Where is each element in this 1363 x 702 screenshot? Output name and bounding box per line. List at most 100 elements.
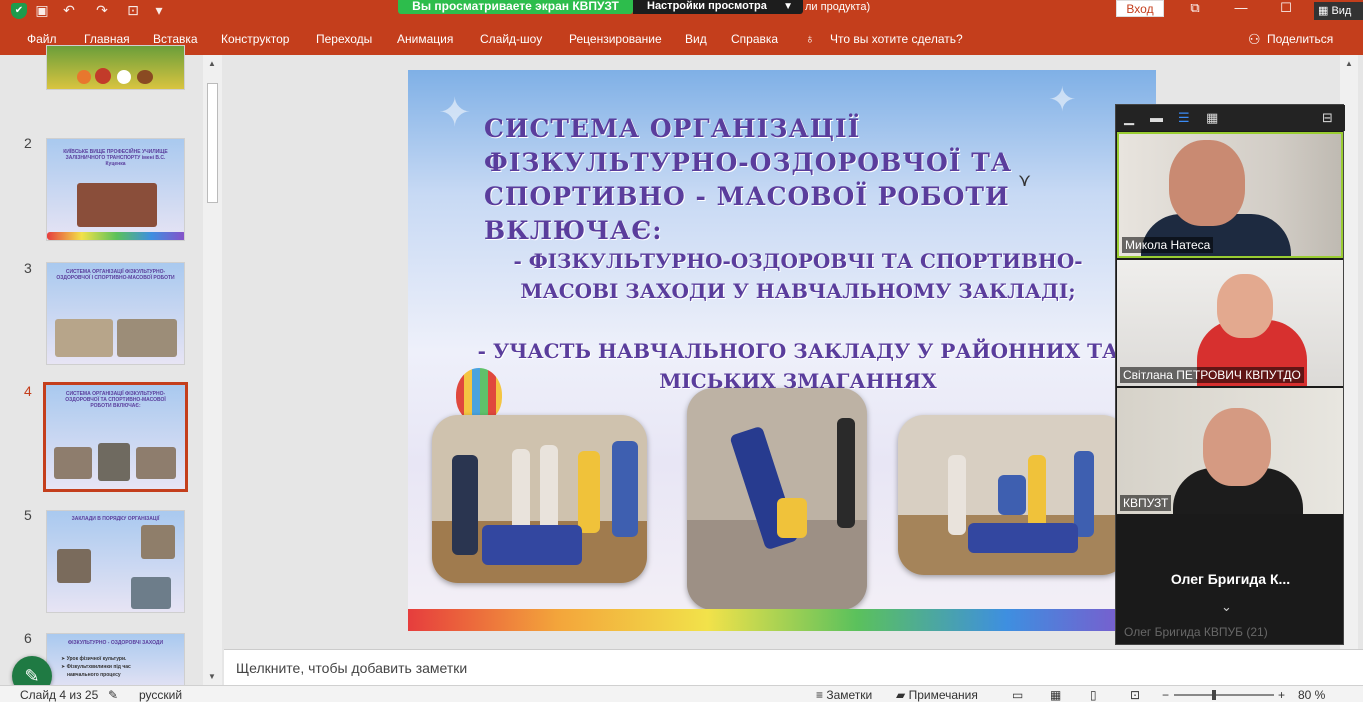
- building-photo: [77, 183, 157, 227]
- participant-tile-1[interactable]: Микола Натеса: [1117, 132, 1343, 258]
- tab-view[interactable]: Вид: [685, 32, 707, 46]
- slide-number: 4: [24, 383, 32, 399]
- person-figure: [1074, 451, 1094, 537]
- scroll-up-icon[interactable]: ▲: [1345, 59, 1353, 68]
- ribbon-display-icon[interactable]: ⧉: [1181, 0, 1209, 18]
- slide-thumbnail-pane: 2 КИЇВСЬКЕ ВИЩЕ ПРОФЕСІЙНЕ УЧИЛИЩЕ ЗАЛІЗ…: [12, 45, 222, 693]
- participant-name: КВПУЗТ: [1120, 495, 1172, 511]
- gym-photo-2: [687, 388, 867, 610]
- portrait-photo: [57, 549, 91, 583]
- tab-design[interactable]: Конструктор: [221, 32, 289, 46]
- tab-home[interactable]: Главная: [84, 32, 130, 46]
- slide-thumbnail-5[interactable]: ЗАКЛАДИ В ПОРЯДКУ ОРГАНІЗАЦІЇ: [46, 510, 185, 613]
- notes-toggle[interactable]: ≡ Заметки: [816, 688, 872, 702]
- photo: [54, 447, 92, 479]
- zoom-slider[interactable]: [1174, 690, 1274, 700]
- shield-icon[interactable]: ✔: [11, 3, 27, 19]
- zoom-slider-thumb[interactable]: [1212, 690, 1216, 700]
- chevron-down-icon[interactable]: ⌄: [1221, 599, 1232, 615]
- language-indicator[interactable]: русский: [139, 688, 182, 702]
- participant-tile-3[interactable]: КВПУЗТ: [1117, 388, 1343, 514]
- zoom-level[interactable]: 80 %: [1298, 688, 1325, 702]
- slide-number: 6: [24, 630, 32, 646]
- strip-view-icon[interactable]: ☰: [1178, 110, 1190, 126]
- lightbulb-icon: ♁: [805, 31, 815, 46]
- participant-tile-2[interactable]: Світлана ПЕТРОВИЧ КВПУТДО: [1117, 260, 1343, 386]
- reading-view-icon[interactable]: ▯: [1090, 688, 1097, 702]
- status-bar: Слайд 4 из 25 ✎ русский ≡ Заметки ▰ Прим…: [0, 685, 1363, 702]
- view-settings-label: Настройки просмотра: [647, 0, 767, 12]
- person-figure: [948, 455, 966, 535]
- person-figure: [998, 475, 1026, 515]
- normal-view-icon[interactable]: ▭: [1012, 688, 1023, 702]
- ball-image: [137, 70, 153, 84]
- tab-review[interactable]: Рецензирование: [569, 32, 662, 46]
- single-view-icon[interactable]: ▬: [1150, 110, 1163, 125]
- participant-name-no-video[interactable]: Олег Бригида К...: [1116, 571, 1345, 587]
- slideshow-icon[interactable]: ⊡: [1130, 688, 1140, 702]
- comments-toggle-label: Примечания: [908, 688, 978, 702]
- rainbow-stripe: [408, 609, 1156, 631]
- person-figure: [452, 455, 478, 555]
- photo: [55, 319, 113, 357]
- thumbnail-title: КИЇВСЬКЕ ВИЩЕ ПРОФЕСІЙНЕ УЧИЛИЩЕ ЗАЛІЗНИ…: [63, 149, 168, 167]
- comments-toggle[interactable]: ▰ Примечания: [896, 688, 978, 702]
- tab-insert[interactable]: Вставка: [153, 32, 198, 46]
- gym-photo-1: [432, 415, 647, 583]
- photo: [98, 443, 130, 481]
- person-figure: [612, 441, 638, 537]
- person-figure: [777, 498, 807, 538]
- gallery-view-icon[interactable]: ▦: [1206, 110, 1218, 126]
- tab-slideshow[interactable]: Слайд-шоу: [480, 32, 542, 46]
- tell-me-search[interactable]: Что вы хотите сделать?: [830, 32, 963, 46]
- comment-icon: ▰: [896, 688, 909, 702]
- slide-thumbnail-1[interactable]: [46, 45, 185, 90]
- save-icon[interactable]: ▣: [33, 1, 51, 19]
- redo-icon[interactable]: ↷: [93, 1, 111, 19]
- scrollbar-thumb[interactable]: [207, 83, 218, 203]
- undo-icon[interactable]: ↶: [60, 1, 78, 19]
- slide-number: 5: [24, 507, 32, 523]
- person-face: [1217, 274, 1273, 338]
- present-icon[interactable]: ⊡: [124, 1, 142, 19]
- tab-file[interactable]: Файл: [27, 32, 57, 46]
- slide-thumbnail-2[interactable]: КИЇВСЬКЕ ВИЩЕ ПРОФЕСІЙНЕ УЧИЛИЩЕ ЗАЛІЗНИ…: [46, 138, 185, 241]
- thumbnail-line: ➤ Урок фізичної культури.: [61, 656, 127, 662]
- thumbnail-line: навчального процесу: [67, 672, 121, 678]
- notes-toggle-label: Заметки: [826, 688, 873, 702]
- tab-transitions[interactable]: Переходы: [316, 32, 372, 46]
- exit-panel-icon[interactable]: ⊟: [1322, 110, 1333, 126]
- sign-in-button[interactable]: Вход: [1116, 0, 1164, 17]
- view-settings-button[interactable]: Настройки просмотра ▼: [633, 0, 803, 14]
- minimize-icon[interactable]: —: [1227, 0, 1255, 18]
- current-slide[interactable]: ✦ ✦ ⋎ СИСТЕМА ОРГАНІЗАЦІЇ ФІЗКУЛЬТУРНО-О…: [408, 70, 1156, 631]
- slide-thumbnail-4[interactable]: СИСТЕМА ОРГАНІЗАЦІЇ ФІЗКУЛЬТУРНО-ОЗДОРОВ…: [43, 382, 188, 492]
- zoom-view-button[interactable]: ▦ Вид: [1314, 2, 1363, 20]
- slide-thumbnail-3[interactable]: СИСТЕМА ОРГАНІЗАЦІЇ ФІЗКУЛЬТУРНО-ОЗДОРОВ…: [46, 262, 185, 365]
- slide-thumbnail-6[interactable]: ФІЗКУЛЬТУРНО - ОЗДОРОВЧІ ЗАХОДИ ➤ Урок ф…: [46, 633, 185, 693]
- minimize-icon[interactable]: ▁: [1124, 110, 1134, 126]
- maximize-icon[interactable]: ☐: [1272, 0, 1300, 18]
- tab-help[interactable]: Справка: [731, 32, 778, 46]
- portrait-photo: [141, 525, 175, 559]
- slide-bullet-1: - ФІЗКУЛЬТУРНО-ОЗДОРОВЧІ ТА СПОРТИВНО-МА…: [513, 249, 1083, 303]
- notes-pane[interactable]: Щелкните, чтобы добавить заметки: [224, 649, 1363, 685]
- scroll-up-icon[interactable]: ▲: [208, 59, 216, 68]
- slide-sorter-icon[interactable]: ▦: [1050, 688, 1061, 702]
- gym-photo-3: [898, 415, 1128, 575]
- ball-image: [117, 70, 131, 84]
- scroll-down-icon[interactable]: ▼: [208, 672, 216, 681]
- zoom-in-button[interactable]: +: [1278, 688, 1285, 702]
- participant-name-partial: Олег Бригида КВПУБ (21): [1124, 625, 1268, 639]
- thumbnail-scrollbar[interactable]: ▲ ▼: [203, 55, 222, 685]
- chevron-down-icon[interactable]: ▾: [150, 1, 168, 19]
- share-button[interactable]: Поделиться: [1267, 32, 1333, 46]
- slide-number: 2: [24, 135, 32, 151]
- tab-animations[interactable]: Анимация: [397, 32, 453, 46]
- person-icon: ⚇: [1248, 31, 1261, 47]
- person-figure: [578, 451, 600, 533]
- person-face: [1203, 408, 1271, 486]
- chevron-down-icon: ▼: [783, 1, 793, 12]
- zoom-out-button[interactable]: −: [1162, 688, 1169, 702]
- spellcheck-icon[interactable]: ✎: [108, 688, 118, 702]
